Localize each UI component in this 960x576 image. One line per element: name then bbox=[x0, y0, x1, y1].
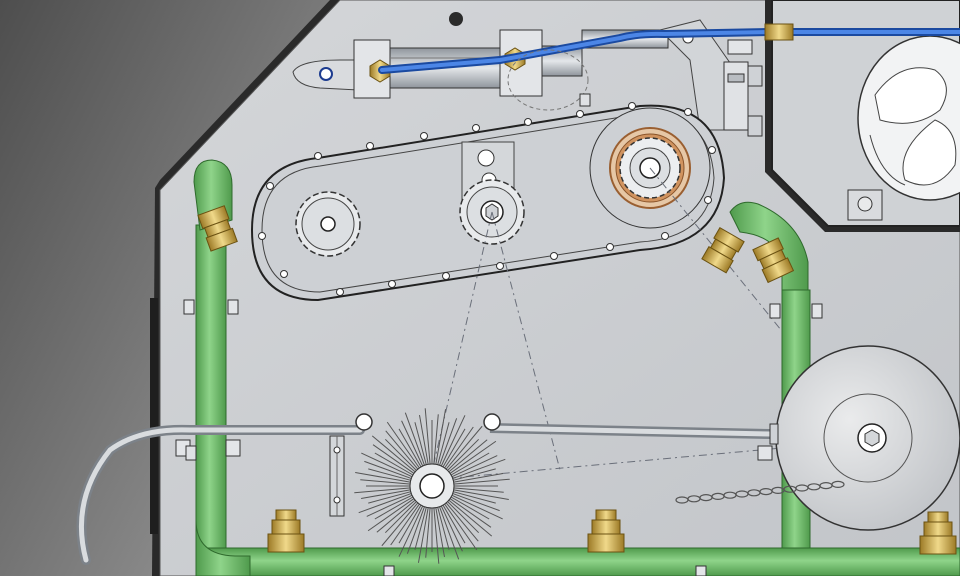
sprocket-idler bbox=[459, 141, 525, 245]
mounting-hole bbox=[449, 12, 463, 26]
disc-wheel bbox=[775, 345, 960, 531]
sprocket-left bbox=[295, 191, 361, 257]
brush-tensioner bbox=[329, 435, 345, 517]
assembly-drawing bbox=[0, 0, 960, 576]
cad-viewport[interactable] bbox=[0, 0, 960, 576]
